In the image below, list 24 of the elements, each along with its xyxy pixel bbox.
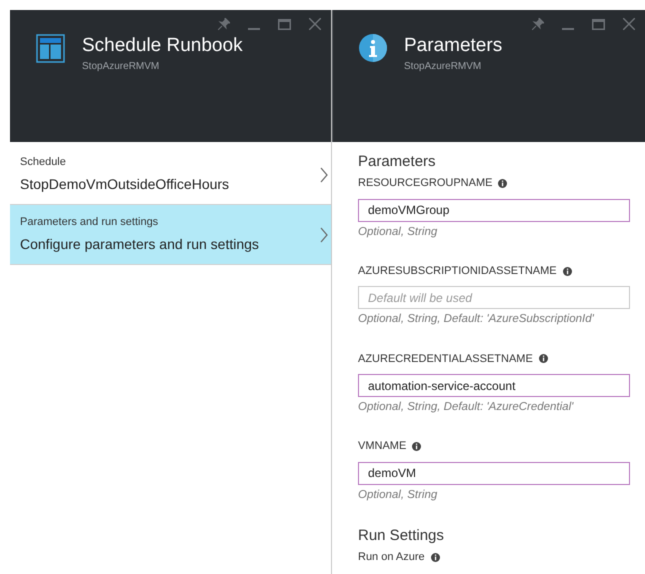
field-label: VMNAME <box>358 439 406 454</box>
field-label: RESOURCEGROUPNAME <box>358 176 492 191</box>
field-label: AZURESUBSCRIPTIONIDASSETNAME <box>358 264 557 279</box>
menu-item-label: Schedule <box>20 155 67 170</box>
menu-item[interactable]: Parameters and run settings Configure parameters and run settings <box>10 205 331 265</box>
input-field[interactable]: demoVMGroup <box>358 198 630 222</box>
section-heading: Run Settings <box>358 526 445 546</box>
menu-item-value: StopDemoVmOutsideOfficeHours <box>20 174 230 194</box>
blade-subtitle: StopAzureRMVM <box>82 60 160 74</box>
section-heading: Parameters <box>358 152 437 172</box>
field-hint: Optional, String, Default: 'AzureSubscriptionId' <box>358 312 596 328</box>
input-field[interactable]: demoVM <box>358 462 630 485</box>
field-label: Run on Azure <box>358 550 425 565</box>
blade-title: Schedule Runbook <box>82 34 243 58</box>
menu-item-value: Configure parameters and run settings <box>20 234 259 254</box>
blade-title: Parameters <box>404 34 502 58</box>
input-field[interactable]: automation-service-account <box>358 374 630 397</box>
input-field[interactable]: Default will be used <box>358 286 630 310</box>
menu-item-label: Parameters and run settings <box>20 215 160 230</box>
field-label: AZURECREDENTIALASSETNAME <box>358 352 533 366</box>
field-hint: Optional, String, Default: 'AzureCredential' <box>358 400 575 415</box>
field-hint: Optional, String <box>358 224 438 240</box>
blade-subtitle: StopAzureRMVM <box>404 60 482 74</box>
field-hint: Optional, String <box>358 488 438 503</box>
